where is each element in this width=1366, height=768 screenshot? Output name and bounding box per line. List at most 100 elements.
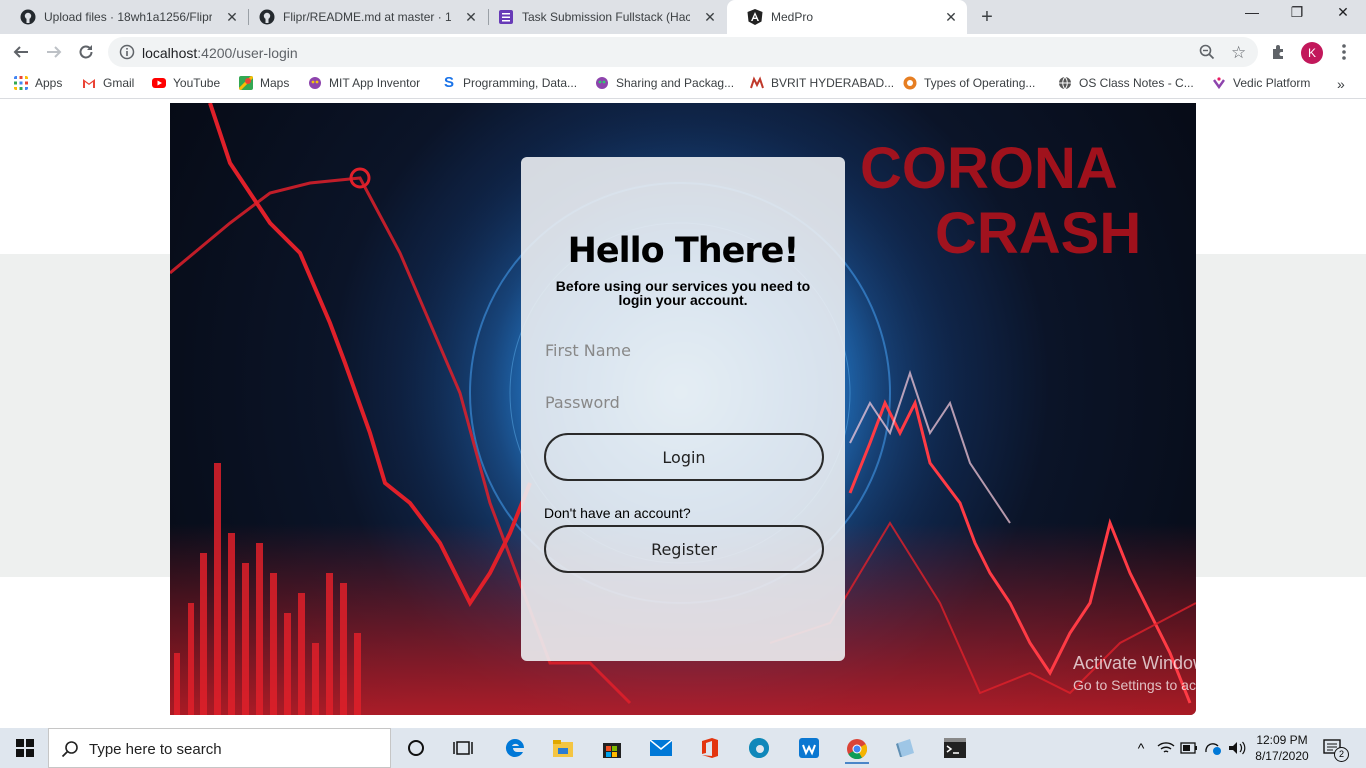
bookmark-programming[interactable]: S Programming, Data... — [442, 74, 578, 91]
close-icon[interactable]: ✕ — [702, 9, 718, 25]
tab-label: Task Submission Fullstack (Hackathon) — [522, 10, 690, 24]
tab-task-submission[interactable]: Task Submission Fullstack (Hackathon) ✕ — [478, 0, 726, 34]
microsoft-store-icon[interactable] — [600, 736, 624, 760]
bookmarks-bar: Apps Gmail YouTube Maps MIT App Inventor… — [0, 70, 1366, 99]
tab-upload-files[interactable]: Upload files · 18wh1a1256/Flipr ✕ — [0, 0, 248, 34]
login-card: Hello There! Before using our services y… — [521, 157, 845, 661]
first-name-input[interactable] — [543, 335, 825, 365]
close-window-icon[interactable]: ✕ — [1323, 4, 1363, 21]
github-icon — [20, 9, 36, 25]
form-icon — [498, 9, 514, 25]
globe-icon — [1059, 76, 1071, 90]
register-button[interactable]: Register — [544, 525, 824, 573]
bookmark-youtube[interactable]: YouTube — [152, 76, 220, 90]
bookmark-label: Types of Operating... — [924, 76, 1036, 90]
notification-center-icon[interactable]: 2 — [1322, 736, 1349, 762]
gmail-icon — [83, 79, 95, 88]
clock-date: 8/17/2020 — [1255, 749, 1309, 763]
tab-readme[interactable]: Flipr/README.md at master · 18wh1a1256 ✕ — [239, 0, 487, 34]
github-icon — [259, 9, 275, 25]
apps-grid-icon — [14, 76, 28, 90]
tab-medpro[interactable]: MedPro ✕ — [727, 0, 967, 34]
task-view-icon[interactable] — [451, 736, 475, 760]
close-icon[interactable]: ✕ — [224, 9, 240, 25]
bookmark-label: Vedic Platform — [1233, 76, 1311, 90]
bookmark-apps[interactable]: Apps — [14, 76, 62, 90]
bookmark-label: YouTube — [173, 76, 221, 90]
bookmark-vedic[interactable]: Vedic Platform — [1212, 76, 1310, 90]
site-icon — [903, 76, 917, 90]
clock-time: 12:09 PM — [1256, 733, 1308, 747]
chrome-icon[interactable] — [845, 736, 869, 764]
bookmark-label: Programming, Data... — [463, 76, 578, 90]
bookmark-gmail[interactable]: Gmail — [82, 76, 134, 90]
bookmark-maps[interactable]: Maps — [239, 76, 289, 90]
close-icon[interactable]: ✕ — [943, 9, 959, 25]
edge-legacy-icon[interactable] — [503, 736, 527, 760]
close-icon[interactable]: ✕ — [463, 9, 479, 25]
s-icon: S — [443, 74, 454, 91]
windows-start-icon[interactable] — [13, 736, 37, 760]
office-icon[interactable] — [698, 736, 722, 760]
cortana-icon[interactable] — [404, 736, 428, 760]
profile-avatar[interactable]: K — [1301, 42, 1323, 64]
extensions-puzzle-icon[interactable] — [1268, 41, 1290, 63]
bookmark-label: MIT App Inventor — [329, 76, 421, 90]
chevron-up-icon[interactable]: ^ — [1129, 736, 1153, 760]
maps-icon — [239, 76, 253, 90]
search-placeholder: Type here to search — [89, 741, 222, 758]
bookmark-bvrit[interactable]: BVRIT HYDERABAD... — [750, 76, 894, 90]
bookmark-label: Maps — [260, 76, 290, 90]
login-button[interactable]: Login — [544, 433, 824, 481]
bookmark-label: Sharing and Packag... — [616, 76, 735, 90]
college-icon — [750, 76, 764, 89]
whiteboard-icon[interactable] — [797, 736, 821, 760]
network-sync-icon[interactable] — [1201, 736, 1225, 760]
tab-label: MedPro — [771, 10, 814, 24]
notepad-icon[interactable] — [894, 736, 918, 760]
activate-windows-title: Activate Windows — [1073, 653, 1216, 673]
mail-icon[interactable] — [649, 736, 673, 760]
tab-label: Upload files · 18wh1a1256/Flipr — [44, 10, 212, 24]
bookmark-mit-app-inventor[interactable]: MIT App Inventor — [308, 76, 420, 90]
package-icon — [596, 77, 608, 89]
zoom-icon[interactable] — [1199, 44, 1215, 65]
file-explorer-icon[interactable] — [551, 736, 575, 760]
taskbar-search[interactable]: Type here to search — [48, 728, 391, 768]
mit-app-inventor-icon — [309, 77, 321, 89]
battery-icon[interactable] — [1177, 736, 1201, 760]
restore-icon[interactable]: ❐ — [1277, 4, 1317, 21]
edge-chromium-icon[interactable] — [747, 736, 771, 760]
vedic-icon — [1213, 77, 1225, 90]
youtube-icon — [152, 78, 166, 88]
address-bar[interactable]: localhost:4200/user-login ☆ — [108, 37, 1258, 67]
password-input[interactable] — [543, 387, 825, 417]
tab-label: Flipr/README.md at master · 18wh1a1256 — [283, 10, 451, 24]
bookmark-types-os[interactable]: Types of Operating... — [903, 76, 1035, 90]
forward-arrow-icon[interactable] — [43, 41, 65, 63]
info-icon[interactable] — [119, 44, 135, 65]
new-tab-plus-icon[interactable]: + — [977, 6, 997, 29]
back-arrow-icon[interactable] — [10, 41, 32, 63]
wifi-icon[interactable] — [1154, 736, 1178, 760]
taskbar-clock[interactable]: 12:09 PM 8/17/2020 — [1254, 732, 1310, 764]
hero-headline-crash: CRASH — [935, 201, 1141, 266]
bookmarks-overflow-chevron-icon[interactable]: » — [1337, 76, 1345, 92]
volume-icon[interactable] — [1225, 736, 1249, 760]
activate-windows-subtitle: Go to Settings to activate Windows. — [1073, 677, 1294, 693]
url-path: :4200/user-login — [197, 45, 298, 61]
more-menu-icon[interactable] — [1333, 41, 1355, 63]
command-prompt-icon[interactable] — [943, 736, 967, 760]
hero-headline-corona: CORONA — [860, 136, 1118, 201]
bookmark-os-notes[interactable]: OS Class Notes - C... — [1058, 76, 1194, 90]
tab-strip: Upload files · 18wh1a1256/Flipr ✕ Flipr/… — [0, 0, 1366, 34]
search-icon — [61, 740, 79, 763]
reload-icon[interactable] — [75, 41, 97, 63]
page-title: Hello There! — [567, 231, 800, 271]
bookmark-sharing[interactable]: Sharing and Packag... — [595, 76, 734, 90]
bookmark-label: Gmail — [103, 76, 135, 90]
star-bookmark-icon[interactable]: ☆ — [1231, 43, 1246, 63]
url-host: localhost — [142, 45, 198, 61]
url-text: localhost:4200/user-login — [142, 45, 298, 61]
minimize-icon[interactable]: — — [1232, 4, 1272, 20]
